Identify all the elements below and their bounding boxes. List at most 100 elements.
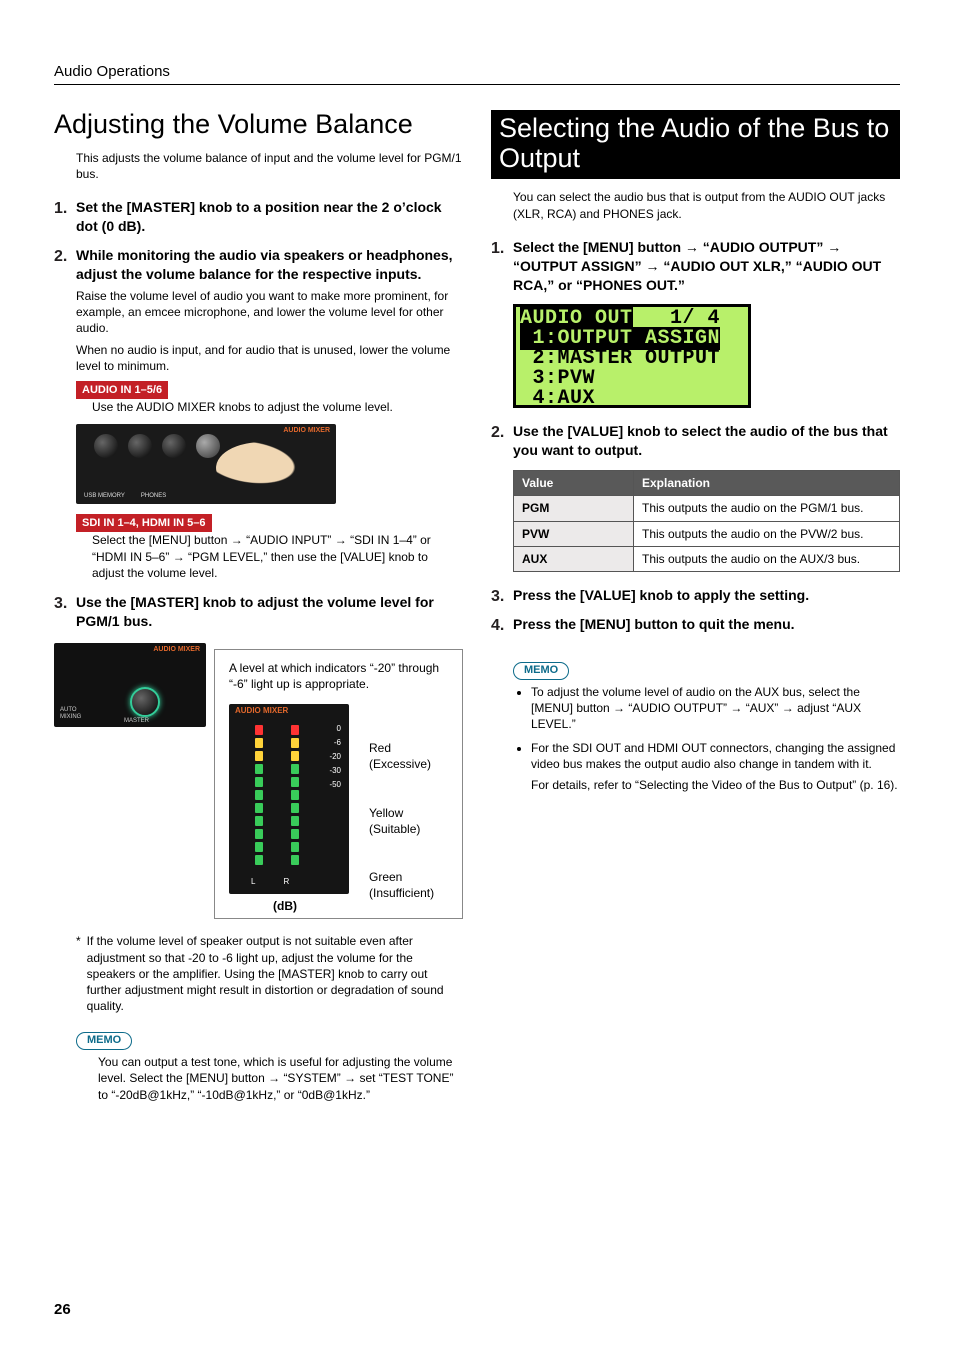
lcd-row-5: 4:AUX xyxy=(520,389,744,409)
r-step-3: 3. Press the [VALUE] knob to apply the s… xyxy=(491,586,900,609)
chip-a-text: Use the AUDIO MIXER knobs to adjust the … xyxy=(92,399,463,415)
chip-sdi-hdmi: SDI IN 1–4, HDMI IN 5–6 xyxy=(76,514,212,533)
text-frag: “AUDIO OUTPUT” xyxy=(628,701,730,715)
step-2-p1: Raise the volume level of audio you want… xyxy=(76,288,463,337)
page-header: Audio Operations xyxy=(54,62,900,85)
step-num: 2. xyxy=(54,246,76,587)
table-header-row: Value Explanation xyxy=(514,471,900,496)
knob-icon xyxy=(196,434,220,458)
memo-list: To adjust the volume level of audio on t… xyxy=(531,684,900,793)
step-num: 2. xyxy=(491,422,513,464)
sublist-audio-in: AUDIO IN 1–5/6 Use the AUDIO MIXER knobs… xyxy=(76,381,463,504)
left-steps: 1. Set the [MASTER] knob to a position n… xyxy=(54,198,463,635)
label-auto-mixing: AUTO MIXING xyxy=(60,707,81,721)
label-phones: PHONES xyxy=(141,492,166,500)
cell-explanation: This outputs the audio on the PGM/1 bus. xyxy=(634,496,900,521)
left-intro: This adjusts the volume balance of input… xyxy=(76,150,463,182)
arrow-icon: → xyxy=(335,533,347,547)
arrow-icon: → xyxy=(613,701,625,715)
master-knob-icon xyxy=(130,687,160,717)
memo-item-2: For the SDI OUT and HDMI OUT connectors,… xyxy=(531,740,900,793)
footnote-star: * xyxy=(76,933,81,1014)
right-steps-2: 2. Use the [VALUE] knob to select the au… xyxy=(491,422,900,464)
chip-b-text: Select the [MENU] button → “AUDIO INPUT”… xyxy=(92,532,463,581)
meter-right xyxy=(291,722,299,865)
text-frag: For details, refer to “Selecting the Vid… xyxy=(531,777,900,793)
level-yellow: Yellow (Suitable) xyxy=(369,805,434,837)
left-title: Adjusting the Volume Balance xyxy=(54,110,463,140)
text-frag: For the SDI OUT and HDMI OUT connectors,… xyxy=(531,740,900,772)
text-frag: “SYSTEM” xyxy=(283,1071,344,1085)
arrow-icon: → xyxy=(827,239,841,255)
table-row: PVW This outputs the audio on the PVW/2 … xyxy=(514,521,900,546)
text-frag: “AUDIO INPUT” xyxy=(246,533,335,547)
right-intro: You can select the audio bus that is out… xyxy=(513,189,900,221)
lcd-row-2: 1:OUTPUT ASSIGN xyxy=(520,329,744,349)
label-usb: USB MEMORY xyxy=(84,492,125,500)
left-column: Adjusting the Volume Balance This adjust… xyxy=(54,110,463,1103)
label-audio-mixer: AUDIO MIXER xyxy=(153,645,200,654)
label-audio-mixer: AUDIO MIXER xyxy=(235,706,288,717)
step-num: 1. xyxy=(491,238,513,299)
content-columns: Adjusting the Volume Balance This adjust… xyxy=(54,110,900,1103)
db-0: 0 xyxy=(323,724,341,738)
db-label: (dB) xyxy=(273,898,297,914)
arrow-icon: → xyxy=(173,550,185,564)
level-red: Red (Excessive) xyxy=(369,740,434,772)
cell-value: PGM xyxy=(514,496,634,521)
knob-icon xyxy=(128,434,152,458)
step-1-body: Set the [MASTER] knob to a position near… xyxy=(76,198,463,236)
arrow-icon: → xyxy=(268,1071,280,1085)
cell-value: PVW xyxy=(514,521,634,546)
level-caption: A level at which indicators “-20” throug… xyxy=(229,660,448,692)
step-num: 3. xyxy=(54,593,76,635)
right-steps: 1. Select the [MENU] button → “AUDIO OUT… xyxy=(491,238,900,299)
step-num: 1. xyxy=(54,198,76,240)
lcd-row-1: AUDIO OUT 1/ 4 xyxy=(520,309,744,329)
sublist-sdi-hdmi: SDI IN 1–4, HDMI IN 5–6 Select the [MENU… xyxy=(76,514,463,581)
step-2-p2: When no audio is input, and for audio th… xyxy=(76,342,463,374)
label-audio-mixer: AUDIO MIXER xyxy=(283,426,330,435)
step-3: 3. Use the [MASTER] knob to adjust the v… xyxy=(54,593,463,635)
memo-badge: MEMO xyxy=(76,1032,132,1050)
illustration-labels: USB MEMORY PHONES xyxy=(84,492,166,500)
lcd-row-4: 3:PVW xyxy=(520,369,744,389)
level-green: Green (Insufficient) xyxy=(369,869,434,901)
step-2: 2. While monitoring the audio via speake… xyxy=(54,246,463,587)
th-value: Value xyxy=(514,471,634,496)
step-num: 3. xyxy=(491,586,513,609)
db-6: -6 xyxy=(323,738,341,752)
arrow-icon: → xyxy=(646,258,660,274)
label-master: MASTER xyxy=(124,717,149,725)
right-column: Selecting the Audio of the Bus to Output… xyxy=(491,110,900,1103)
memo-item-1: To adjust the volume level of audio on t… xyxy=(531,684,900,733)
level-meter: AUDIO MIXER 0 -6 -20 -30 -50 xyxy=(229,698,349,898)
db-20: -20 xyxy=(323,752,341,766)
text-frag: Select the [MENU] button xyxy=(513,239,685,255)
db-50: -50 xyxy=(323,780,341,794)
r-step-2: 2. Use the [VALUE] knob to select the au… xyxy=(491,422,900,464)
step-num: 4. xyxy=(491,615,513,638)
label-r: R xyxy=(283,877,289,888)
right-title: Selecting the Audio of the Bus to Output xyxy=(491,110,900,179)
th-explanation: Explanation xyxy=(634,471,900,496)
arrow-icon: → xyxy=(685,239,699,255)
table-row: PGM This outputs the audio on the PGM/1 … xyxy=(514,496,900,521)
illustration-mixer-knobs: AUDIO MIXER USB MEMORY PHONES xyxy=(76,424,336,504)
right-steps-3: 3. Press the [VALUE] knob to apply the s… xyxy=(491,586,900,638)
knob-icon xyxy=(94,434,118,458)
r-step-1-body: Select the [MENU] button → “AUDIO OUTPUT… xyxy=(513,238,900,295)
r-step-2-body: Use the [VALUE] knob to select the audio… xyxy=(513,422,900,460)
db-marks: 0 -6 -20 -30 -50 xyxy=(323,724,341,794)
r-step-4-body: Press the [MENU] button to quit the menu… xyxy=(513,615,900,634)
cell-value: AUX xyxy=(514,546,634,571)
arrow-icon: → xyxy=(344,1071,356,1085)
step-2-body: While monitoring the audio via speakers … xyxy=(76,246,463,284)
lr-labels: L R xyxy=(251,877,289,888)
step-1: 1. Set the [MASTER] knob to a position n… xyxy=(54,198,463,240)
panel-row: AUDIO MIXER AUTO MIXING MASTER A level a… xyxy=(54,643,463,920)
table-row: AUX This outputs the audio on the AUX/3 … xyxy=(514,546,900,571)
footnote-text: If the volume level of speaker output is… xyxy=(87,933,463,1014)
knob-icon xyxy=(162,434,186,458)
step-3-body: Use the [MASTER] knob to adjust the volu… xyxy=(76,593,463,631)
